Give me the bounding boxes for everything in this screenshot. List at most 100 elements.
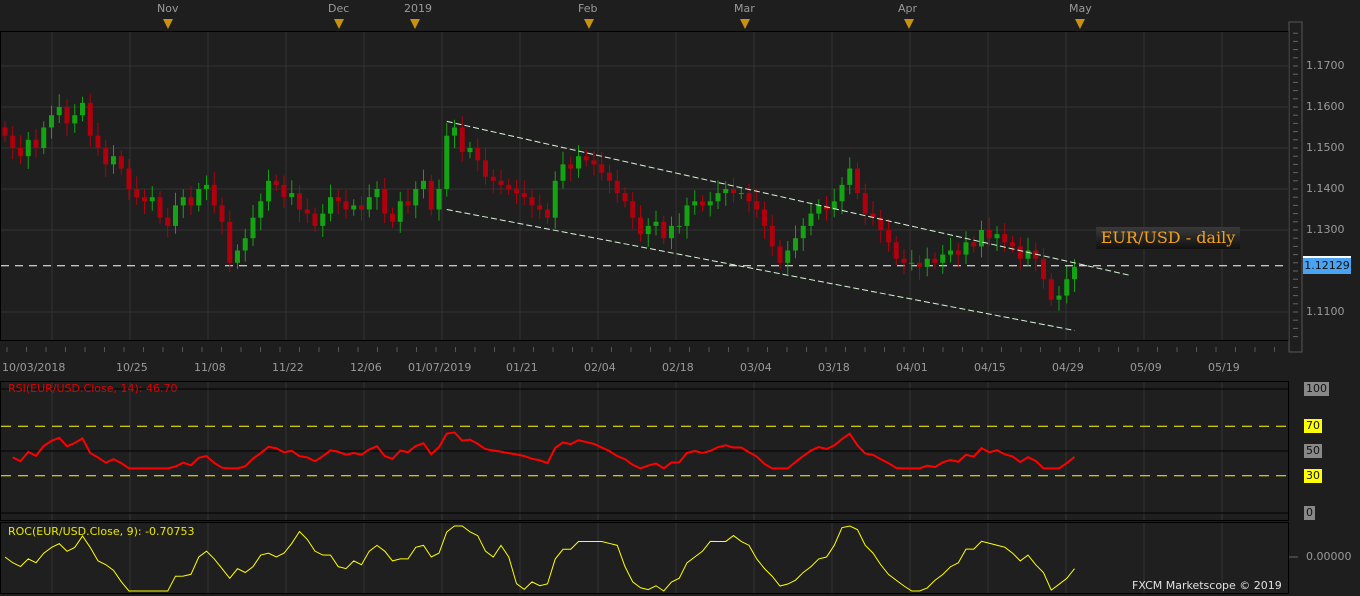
candle-body <box>126 168 132 189</box>
month-marker-triangle-icon <box>904 19 914 29</box>
month-marker-triangle-icon <box>410 19 420 29</box>
candle-body <box>1041 258 1046 280</box>
date-tick-label: 03/04 <box>740 361 772 374</box>
candle-body <box>428 180 434 210</box>
roc-title: ROC(EUR/USD.Close, 9): -0.70753 <box>8 525 195 538</box>
candle-body <box>475 148 481 161</box>
candle-body <box>335 197 341 202</box>
candle-body <box>1002 234 1008 243</box>
candle-body <box>762 209 767 226</box>
candle-body <box>142 197 147 202</box>
candle-body <box>1017 246 1023 259</box>
candle-body <box>165 217 171 226</box>
current-price-tag: 1.12129 <box>1303 256 1351 274</box>
candle-body <box>467 148 473 153</box>
candle-body <box>397 201 403 222</box>
candle-body <box>816 205 822 214</box>
candle-body <box>49 115 54 128</box>
rsi-tick-label: 100 <box>1304 382 1329 396</box>
candle-body <box>118 156 124 169</box>
candle-body <box>568 164 574 169</box>
candle-body <box>614 180 620 194</box>
candle-body <box>940 254 946 263</box>
candle-body <box>847 168 853 185</box>
candle-body <box>979 230 984 247</box>
candle-body <box>1056 295 1062 300</box>
date-tick-label: 11/08 <box>194 361 226 374</box>
candle-body <box>684 205 690 226</box>
candle-body <box>149 197 155 202</box>
candle-body <box>893 242 899 259</box>
date-tick-label: 12/06 <box>350 361 382 374</box>
candle-body <box>622 193 628 202</box>
candle-body <box>483 160 488 177</box>
candle-body <box>986 230 992 239</box>
candle-body <box>459 127 465 153</box>
candle-body <box>390 213 395 222</box>
candle-body <box>769 225 775 247</box>
candle-body <box>715 193 721 202</box>
date-tick-label: 05/09 <box>1130 361 1162 374</box>
candle-body <box>994 234 1000 239</box>
candle-body <box>413 189 419 206</box>
candle-body <box>529 197 535 206</box>
candle-body <box>235 250 240 263</box>
candle-body <box>793 238 798 251</box>
candle-body <box>560 164 566 181</box>
candle-body <box>537 205 543 210</box>
candle-body <box>506 184 512 189</box>
price-tick-label: 1.1400 <box>1306 182 1345 195</box>
candle-body <box>955 250 961 255</box>
rsi-tick-label: 70 <box>1304 419 1322 434</box>
month-marker-triangle-icon <box>584 19 594 29</box>
candle-body <box>297 193 302 210</box>
candle-body <box>56 107 62 116</box>
chart-canvas[interactable] <box>0 0 1360 596</box>
candle-body <box>80 102 85 116</box>
candle-body <box>1048 279 1054 300</box>
month-marker-label: May <box>1069 2 1092 15</box>
candle-body <box>917 262 922 267</box>
candle-body <box>343 201 349 210</box>
candle-body <box>521 193 527 198</box>
date-tick-label: 01/07/2019 <box>408 361 472 374</box>
candle-body <box>653 221 659 226</box>
candle-body <box>630 201 636 218</box>
candle-body <box>490 176 496 181</box>
candle-body <box>669 225 674 239</box>
candle-body <box>351 205 357 210</box>
candle-body <box>304 209 310 214</box>
candle-body <box>273 180 279 185</box>
date-tick-label: 11/22 <box>272 361 304 374</box>
candle-body <box>2 127 8 136</box>
candle-body <box>1064 279 1070 296</box>
month-marker-label: 2019 <box>404 2 432 15</box>
candle-body <box>134 189 140 198</box>
rsi-tick-label: 0 <box>1304 506 1315 520</box>
roc-tick-label: 0.00000 <box>1306 550 1352 563</box>
month-marker-triangle-icon <box>740 19 750 29</box>
candle-body <box>1072 266 1077 280</box>
month-marker-label: Nov <box>157 2 179 15</box>
candle-body <box>545 209 550 218</box>
candle-body <box>328 197 333 214</box>
candle-body <box>111 156 116 165</box>
date-tick-label: 03/18 <box>818 361 850 374</box>
candle-body <box>157 197 163 218</box>
candle-body <box>591 160 597 165</box>
candle-body <box>700 201 705 206</box>
candle-body <box>738 193 744 195</box>
candle-body <box>886 230 891 243</box>
candle-body <box>281 184 287 198</box>
month-marker-label: Feb <box>578 2 598 15</box>
candle-body <box>731 189 736 194</box>
candle-body <box>645 225 651 235</box>
candle-body <box>777 246 783 263</box>
date-tick-label: 10/03/2018 <box>2 361 66 374</box>
candle-body <box>607 172 612 181</box>
candle-body <box>421 180 426 189</box>
candle-body <box>948 250 953 255</box>
date-tick-label: 10/25 <box>116 361 148 374</box>
candle-body <box>10 135 16 148</box>
candle-body <box>405 201 411 206</box>
